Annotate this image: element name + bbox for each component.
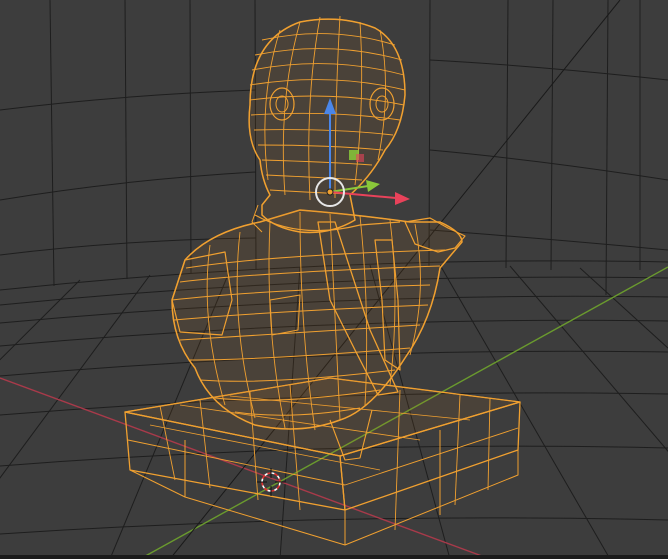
gizmo-y-arrow <box>366 180 380 192</box>
gizmo-x-arrow <box>395 192 410 205</box>
viewport-bottom-edge <box>0 555 668 559</box>
gizmo-plane-xz <box>356 154 364 162</box>
viewport-canvas[interactable] <box>0 0 668 559</box>
head-wireframe[interactable] <box>248 15 406 234</box>
object-origin-icon <box>326 188 334 196</box>
3d-viewport[interactable] <box>0 0 668 559</box>
